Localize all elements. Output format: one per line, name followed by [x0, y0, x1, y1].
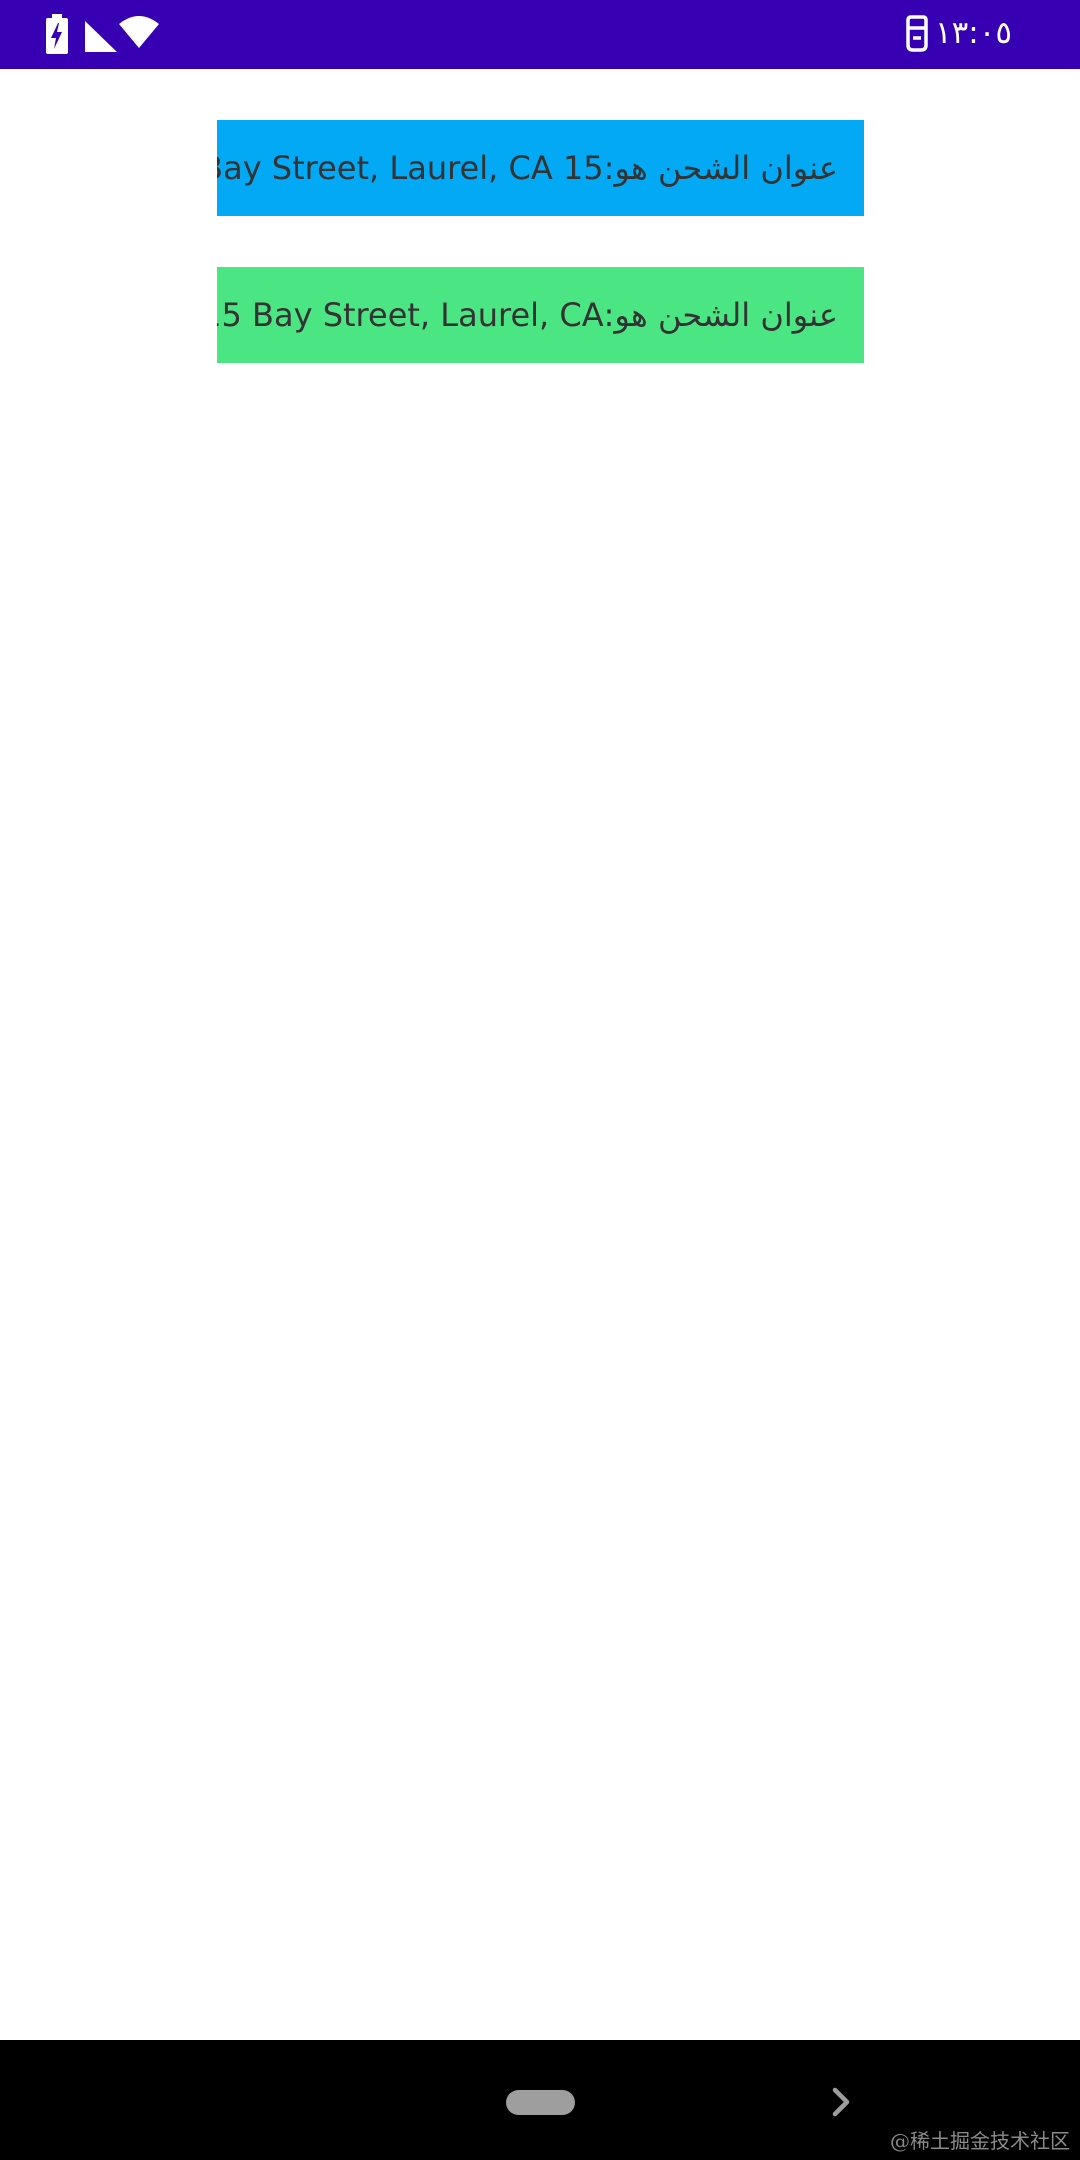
wifi-icon: [119, 16, 159, 48]
watermark: @稀土掘金技术社区: [890, 2129, 1070, 2153]
address-text-green: عنوان الشحن هو:⁨15 Bay Street, Laurel, C…: [217, 267, 864, 363]
battery-charging-icon: [46, 14, 68, 54]
address-text-blue: عنوان الشحن هو:15 Bay Street, Laurel, CA: [217, 120, 864, 216]
back-chevron-icon[interactable]: [830, 2082, 854, 2122]
home-pill-icon[interactable]: [506, 2090, 575, 2115]
status-clock: ١٣:٠٥: [934, 15, 1012, 51]
status-bar: ١٣:٠٥: [0, 0, 1080, 69]
screen: ١٣:٠٥ عنوان الشحن هو:15 Bay Street, Laur…: [0, 0, 1080, 2160]
sim-card-icon: [906, 15, 928, 52]
signal-icon: [85, 21, 117, 52]
navigation-bar: @稀土掘金技术社区: [0, 2040, 1080, 2160]
